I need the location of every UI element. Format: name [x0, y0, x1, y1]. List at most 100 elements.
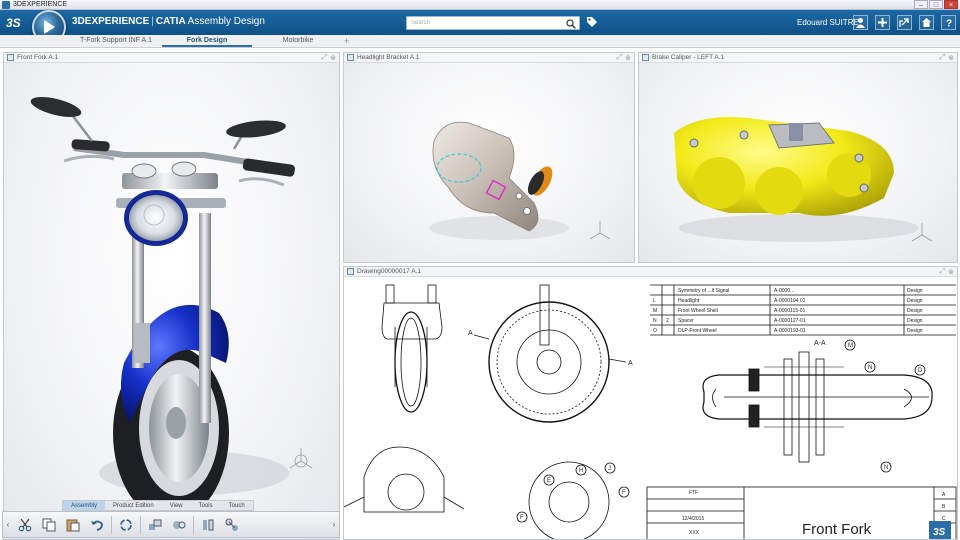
toolbar-divider	[193, 515, 194, 534]
bom-part-number: A-0000193-01	[774, 328, 806, 334]
toolbar-divider	[111, 515, 112, 534]
home-icon[interactable]	[919, 15, 934, 30]
action-bar-tabs: Assembly Product Edition View Tools Touc…	[62, 500, 254, 511]
user-name[interactable]: Edouard SUITRE	[797, 18, 859, 27]
view-marker-a: A	[468, 330, 473, 337]
close-panel-icon[interactable]: ⊗	[948, 268, 954, 276]
app-brand: CATIA	[155, 16, 186, 27]
bom-part-number: A-0000115-01	[774, 308, 806, 314]
bom-item: L	[653, 298, 656, 304]
balloon-label: M	[848, 343, 853, 349]
scissors-icon[interactable]	[13, 515, 37, 535]
panel-title: Drawing00000017 A.1	[357, 268, 421, 275]
action-tab-assembly[interactable]: Assembly	[63, 501, 106, 510]
help-icon[interactable]: ?	[941, 15, 956, 30]
balloon-label: F	[520, 515, 524, 521]
window-controls: – □ ×	[914, 0, 958, 9]
tab-t-fork-support[interactable]: T-Fork Support INF A.1	[70, 35, 162, 47]
panel-title: Headlight Bracket A.1	[357, 54, 420, 61]
section-label: A-A	[814, 340, 826, 347]
3d-viewport[interactable]	[4, 63, 339, 539]
panel-header: Drawing00000017 A.1 ⤢ ⊗	[344, 267, 957, 277]
maximize-icon[interactable]: □	[929, 0, 943, 9]
bom-type: Design	[907, 298, 923, 304]
title-separator: |	[151, 16, 154, 27]
3d-viewport[interactable]	[344, 63, 634, 262]
os-title-bar: 3DEXPERIENCE – □ ×	[0, 0, 960, 10]
paste-icon[interactable]	[61, 515, 85, 535]
drawing-date: 12/4/2015	[682, 516, 704, 522]
action-tab-tools[interactable]: Tools	[191, 501, 221, 510]
app-name: Assembly Design	[187, 16, 265, 27]
app-header: 3S 3DEXPERIENCE|CATIAAssembly Design Edo…	[0, 10, 960, 44]
bom-item: N	[653, 318, 657, 324]
share-icon[interactable]	[897, 15, 912, 30]
search-icon[interactable]	[566, 19, 576, 29]
axis-triad-icon	[589, 221, 611, 240]
drawing-title: Front Fork	[802, 521, 872, 538]
balloon-label: J	[608, 466, 611, 472]
add-tab-button[interactable]: +	[344, 35, 349, 47]
constraint-icon[interactable]	[167, 515, 191, 535]
close-panel-icon[interactable]: ⊗	[625, 54, 631, 62]
panel-title: Brake Caliper - LEFT A.1	[652, 54, 725, 61]
bom-type: Design	[907, 308, 923, 314]
copy-icon[interactable]	[37, 515, 61, 535]
snap-icon[interactable]	[220, 515, 244, 535]
panel-front-fork: Front Fork A.1 ⤢ ⊗	[3, 52, 340, 540]
close-panel-icon[interactable]: ⊗	[948, 54, 954, 62]
undo-icon[interactable]	[85, 515, 109, 535]
maximize-panel-icon[interactable]: ⤢	[940, 268, 946, 276]
action-tab-product-edition[interactable]: Product Edition	[105, 501, 162, 510]
minimize-icon[interactable]: –	[914, 0, 928, 9]
search-input[interactable]	[407, 17, 557, 29]
view-marker-a: A	[628, 360, 633, 367]
brake-caliper-model	[674, 117, 933, 242]
bom-name: Symmetry of ...lt Signal	[678, 288, 729, 294]
drawing-sheet[interactable]: Symmetry of ...lt Signal A-0000... Design L…	[344, 277, 957, 539]
panel-header: Front Fork A.1 ⤢ ⊗	[4, 53, 339, 63]
close-icon[interactable]: ×	[944, 0, 958, 9]
tab-row: T-Fork Support INF A.1 Fork Design Motor…	[0, 35, 960, 48]
chevron-left-icon[interactable]: ‹	[3, 520, 13, 529]
tag-icon[interactable]	[586, 16, 598, 28]
drawing-canvas: Symmetry of ...lt Signal A-0000... Design L…	[344, 284, 957, 539]
balloon-label: E	[547, 478, 551, 484]
action-bar: ‹ ›	[2, 511, 340, 538]
headlight-bracket-model	[429, 121, 611, 240]
balloon-label: N	[868, 365, 872, 371]
balloon-label: N	[884, 465, 888, 471]
maximize-panel-icon[interactable]: ⤢	[617, 54, 623, 62]
tab-motorbike[interactable]: Motorbike	[256, 35, 340, 47]
revision-letter: A	[942, 492, 946, 498]
os-window-title: 3DEXPERIENCE	[13, 1, 68, 8]
maximize-panel-icon[interactable]: ⤢	[940, 54, 946, 62]
action-tab-touch[interactable]: Touch	[221, 501, 253, 510]
tab-fork-design[interactable]: Fork Design	[162, 35, 252, 47]
chevron-right-icon[interactable]: ›	[329, 520, 339, 529]
action-tab-view[interactable]: View	[162, 501, 191, 510]
explode-icon[interactable]	[196, 515, 220, 535]
balloon-label: D	[918, 368, 923, 374]
bom-qty: 2	[666, 318, 669, 324]
drawing-drawn-by: XXX	[689, 530, 700, 536]
bom-part-number: A-0000194 01	[774, 298, 806, 304]
update-icon[interactable]	[114, 515, 138, 535]
ds-logo-icon[interactable]: 3S	[4, 12, 25, 33]
maximize-panel-icon[interactable]: ⤢	[322, 54, 328, 62]
app-window-icon	[2, 0, 10, 9]
document-icon	[7, 54, 14, 61]
axis-triad-icon	[289, 448, 313, 469]
brand-name: 3DEXPERIENCE	[72, 16, 150, 27]
add-icon[interactable]	[875, 15, 890, 30]
bom-item: M	[653, 308, 657, 314]
balloon-label: H	[579, 468, 583, 474]
close-panel-icon[interactable]: ⊗	[330, 54, 336, 62]
panel-header: Brake Caliper - LEFT A.1 ⤢ ⊗	[639, 53, 957, 63]
assembly-icon[interactable]	[143, 515, 167, 535]
user-icon[interactable]	[853, 15, 868, 30]
bom-part-number: A-0000...	[774, 288, 794, 294]
3d-viewport[interactable]	[639, 63, 957, 262]
balloon-callouts: M N D N E H J F F	[516, 339, 926, 523]
drawing-code: FTF	[689, 490, 698, 496]
